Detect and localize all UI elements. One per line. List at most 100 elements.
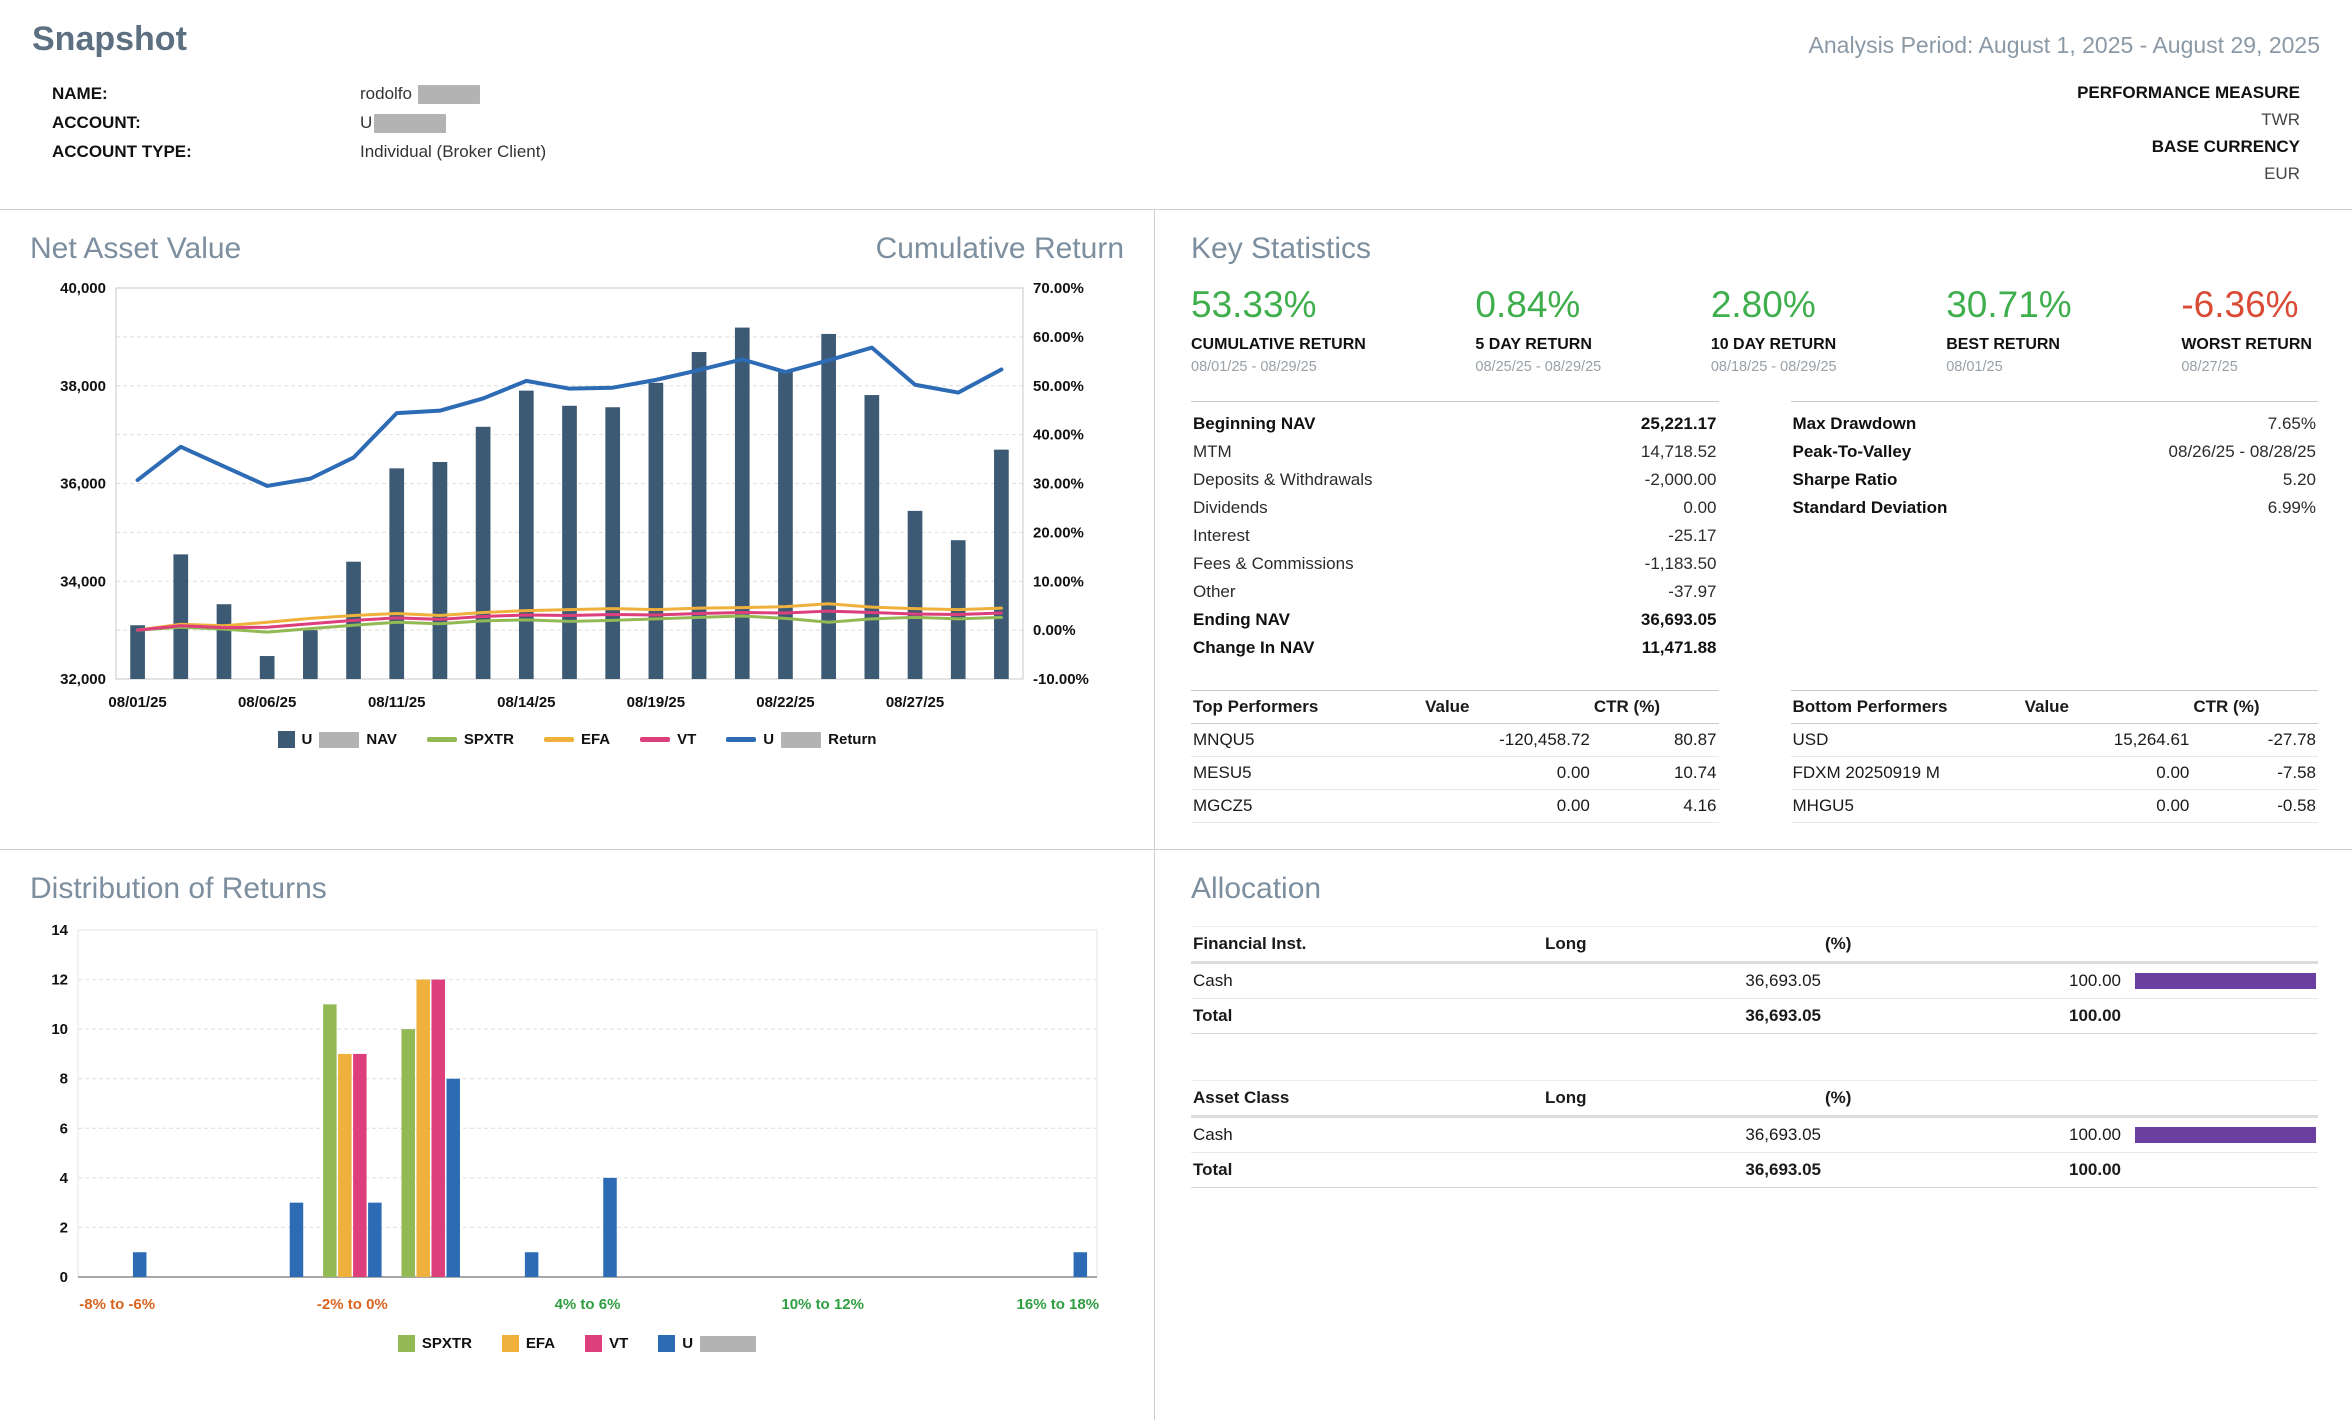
page-header: Snapshot Analysis Period: August 1, 2025… bbox=[0, 0, 2352, 67]
performers-cell: 4.16 bbox=[1592, 790, 1719, 823]
legend-item: EFA bbox=[502, 1335, 555, 1352]
legend-label: Return bbox=[828, 731, 876, 748]
performers-cell: 0.00 bbox=[2023, 757, 2192, 790]
svg-text:16% to 18%: 16% to 18% bbox=[1017, 1296, 1100, 1313]
allocation-name-cell: Cash bbox=[1191, 1117, 1543, 1153]
stat-label: BEST RETURN bbox=[1946, 336, 2072, 354]
svg-text:34,000: 34,000 bbox=[60, 573, 106, 590]
performers-cell: -27.78 bbox=[2191, 724, 2318, 757]
stat-row: Interest-25.17 bbox=[1191, 522, 1719, 550]
account-type-value: Individual (Broker Client) bbox=[360, 137, 546, 166]
svg-text:08/11/25: 08/11/25 bbox=[368, 694, 426, 711]
legend-label: SPXTR bbox=[422, 1335, 472, 1352]
performers-row: MHGU50.00-0.58 bbox=[1791, 790, 2319, 823]
histogram-bar-u bbox=[525, 1252, 539, 1277]
legend-item: VT bbox=[640, 731, 696, 748]
stat-row-label: Deposits & Withdrawals bbox=[1193, 470, 1373, 490]
key-statistics-title: Key Statistics bbox=[1191, 232, 2318, 266]
histogram-bar-u bbox=[603, 1178, 617, 1277]
stat-period: 08/01/25 - 08/29/25 bbox=[1191, 359, 1366, 375]
stat-row-label: Dividends bbox=[1193, 498, 1268, 518]
svg-text:20.00%: 20.00% bbox=[1033, 524, 1084, 541]
performers-row: USD15,264.61-27.78 bbox=[1791, 724, 2319, 757]
nav-bar bbox=[562, 406, 577, 679]
svg-text:8: 8 bbox=[60, 1071, 68, 1088]
stat-value: 2.80% bbox=[1711, 284, 1837, 326]
key-statistics-details: Beginning NAV25,221.17MTM14,718.52Deposi… bbox=[1191, 401, 2318, 662]
allocation-total-pct: 100.00 bbox=[1823, 1153, 2123, 1188]
svg-text:70.00%: 70.00% bbox=[1033, 280, 1084, 297]
histogram-bar-u bbox=[133, 1252, 147, 1277]
name-value: rodolfo bbox=[360, 79, 546, 108]
base-currency-value: EUR bbox=[2077, 160, 2300, 187]
histogram-bar-vt bbox=[353, 1054, 367, 1277]
snapshot-page: Snapshot Analysis Period: August 1, 2025… bbox=[0, 0, 2352, 1416]
stat-label: 10 DAY RETURN bbox=[1711, 336, 1837, 354]
allocation-row: Cash36,693.05100.00 bbox=[1191, 963, 2318, 999]
allocation-title: Allocation bbox=[1191, 872, 2318, 906]
svg-text:-10.00%: -10.00% bbox=[1033, 671, 1089, 688]
nav-bar bbox=[994, 450, 1009, 679]
account-type-row: ACCOUNT TYPE: Individual (Broker Client) bbox=[52, 137, 546, 166]
stat-row-value: 0.00 bbox=[1683, 498, 1716, 518]
stat-row-label: Sharpe Ratio bbox=[1793, 470, 1898, 490]
stat-row: Ending NAV36,693.05 bbox=[1191, 606, 1719, 634]
nav-bar bbox=[130, 625, 145, 679]
main-grid: Net Asset Value Cumulative Return -10.00… bbox=[0, 210, 2352, 1420]
svg-text:30.00%: 30.00% bbox=[1033, 476, 1084, 493]
svg-text:-2% to 0%: -2% to 0% bbox=[317, 1296, 388, 1313]
svg-text:2: 2 bbox=[60, 1219, 68, 1236]
performers-cell: -120,458.72 bbox=[1423, 724, 1592, 757]
nav-bar bbox=[735, 328, 750, 679]
performers-row: MGCZ50.004.16 bbox=[1191, 790, 1719, 823]
stat-row: Dividends 0.00 bbox=[1191, 494, 1719, 522]
allocation-header-row: Financial Inst.Long(%) bbox=[1191, 927, 2318, 963]
stat-row-value: -25.17 bbox=[1668, 526, 1716, 546]
legend-swatch-vt bbox=[640, 737, 670, 742]
account-info-left: NAME: rodolfo ACCOUNT: U ACCOUNT TYPE: I… bbox=[52, 79, 546, 187]
redaction-box bbox=[700, 1336, 756, 1352]
stat-row-value: 14,718.52 bbox=[1641, 442, 1717, 462]
histogram-bar-u bbox=[368, 1203, 382, 1277]
redaction-box bbox=[319, 732, 359, 748]
nav-bar bbox=[649, 383, 664, 679]
stat-highlight: 53.33%CUMULATIVE RETURN08/01/25 - 08/29/… bbox=[1191, 284, 1366, 375]
legend-swatch-u bbox=[278, 731, 295, 748]
svg-text:6: 6 bbox=[60, 1120, 68, 1137]
allocation-header: Long bbox=[1543, 1081, 1823, 1117]
allocation-total-row: Total36,693.05100.00 bbox=[1191, 999, 2318, 1034]
allocation-header-row: Asset ClassLong(%) bbox=[1191, 1081, 2318, 1117]
performers-cell: -0.58 bbox=[2191, 790, 2318, 823]
nav-bar bbox=[433, 462, 448, 679]
stat-highlight: 30.71% BEST RETURN 08/01/25 bbox=[1946, 284, 2072, 375]
performers-header: Value bbox=[2023, 691, 2192, 724]
stat-row-label: MTM bbox=[1193, 442, 1232, 462]
legend-item: UNAV bbox=[278, 731, 397, 748]
stat-row-value: 36,693.05 bbox=[1641, 610, 1717, 630]
histogram-bar-spxtr bbox=[323, 1004, 337, 1277]
performance-measure-value: TWR bbox=[2077, 106, 2300, 133]
bottom-performers-table: Bottom PerformersValueCTR (%)USD15,264.6… bbox=[1791, 690, 2319, 823]
stat-period: 08/01/25 bbox=[1946, 359, 2072, 375]
stat-row-value: 5.20 bbox=[2283, 470, 2316, 490]
base-currency-label: BASE CURRENCY bbox=[2077, 133, 2300, 160]
stat-value: 30.71% bbox=[1946, 284, 2072, 326]
legend-item: U bbox=[658, 1335, 756, 1352]
svg-text:08/27/25: 08/27/25 bbox=[886, 694, 944, 711]
svg-text:08/14/25: 08/14/25 bbox=[497, 694, 555, 711]
stat-row-label: Beginning NAV bbox=[1193, 414, 1315, 434]
nav-bar bbox=[389, 468, 404, 679]
legend-label: EFA bbox=[581, 731, 610, 748]
performers-cell: 0.00 bbox=[1423, 790, 1592, 823]
performers-row: MNQU5-120,458.7280.87 bbox=[1191, 724, 1719, 757]
stat-row-value: 6.99% bbox=[2268, 498, 2316, 518]
histogram-bar-efa bbox=[338, 1054, 352, 1277]
performers-header: Bottom Performers bbox=[1791, 691, 2023, 724]
performers-cell: 0.00 bbox=[2023, 790, 2192, 823]
allocation-total-label: Total bbox=[1191, 1153, 1543, 1188]
performers-cell: MNQU5 bbox=[1191, 724, 1423, 757]
performers-row: FDXM 20250919 M0.00-7.58 bbox=[1791, 757, 2319, 790]
histogram-bar-spxtr bbox=[401, 1029, 415, 1277]
stat-row: Deposits & Withdrawals-2,000.00 bbox=[1191, 466, 1719, 494]
nav-bar bbox=[692, 352, 707, 679]
